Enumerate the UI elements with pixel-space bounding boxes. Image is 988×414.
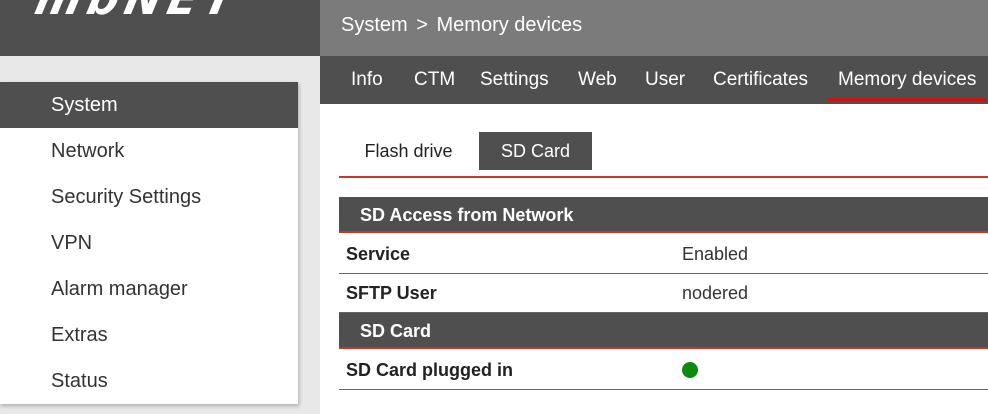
table-row-service: Service Enabled xyxy=(339,235,988,274)
tab-memory-devices[interactable]: Memory devices xyxy=(827,69,987,101)
row-label: Service xyxy=(346,244,411,264)
subtab-flash-drive[interactable]: Flash drive xyxy=(339,132,478,170)
sidebar-item-extras[interactable]: Extras xyxy=(0,312,298,358)
breadcrumb-separator-icon: > xyxy=(416,14,428,36)
row-label: SFTP User xyxy=(346,283,437,303)
table-row-sftp-user: SFTP User nodered xyxy=(339,274,988,313)
sidebar-item-status[interactable]: Status xyxy=(0,358,298,404)
breadcrumb: System > Memory devices xyxy=(341,14,582,37)
sidebar-item-vpn[interactable]: VPN xyxy=(0,220,298,266)
subtab-bar: Flash drive SD Card xyxy=(339,132,988,178)
tab-web[interactable]: Web xyxy=(578,69,617,91)
tab-bar: Info CTM Settings Web User Certificates … xyxy=(320,56,988,104)
tab-user[interactable]: User xyxy=(645,69,685,91)
status-ok-icon xyxy=(682,362,698,378)
brand-logo: mbNET xyxy=(31,0,246,25)
sftp-user-value: nodered xyxy=(682,283,749,303)
service-status-value: Enabled xyxy=(682,244,749,264)
table-row-sd-plugged: SD Card plugged in xyxy=(339,351,988,390)
sidebar-item-alarm-manager[interactable]: Alarm manager xyxy=(0,266,298,312)
tab-certificates[interactable]: Certificates xyxy=(713,69,808,91)
row-label: SD Card plugged in xyxy=(346,360,514,380)
sidebar-item-security-settings[interactable]: Security Settings xyxy=(0,174,298,220)
main-content: Flash drive SD Card SD Access from Netwo… xyxy=(320,104,988,414)
breadcrumb-current: Memory devices xyxy=(436,14,583,36)
breadcrumb-root[interactable]: System xyxy=(341,14,408,36)
section-header-sd-access: SD Access from Network xyxy=(339,197,988,233)
section-header-sd-card: SD Card xyxy=(339,313,988,349)
sidebar-item-network[interactable]: Network xyxy=(0,128,298,174)
page-header: System > Memory devices xyxy=(320,0,988,56)
tab-info[interactable]: Info xyxy=(351,69,383,91)
sidebar: System Network Security Settings VPN Ala… xyxy=(0,82,298,404)
tab-settings[interactable]: Settings xyxy=(480,69,549,91)
logo-area: mbNET xyxy=(0,0,320,56)
tab-ctm[interactable]: CTM xyxy=(414,69,455,91)
subtab-sd-card[interactable]: SD Card xyxy=(479,132,592,170)
sidebar-item-system[interactable]: System xyxy=(0,82,298,128)
